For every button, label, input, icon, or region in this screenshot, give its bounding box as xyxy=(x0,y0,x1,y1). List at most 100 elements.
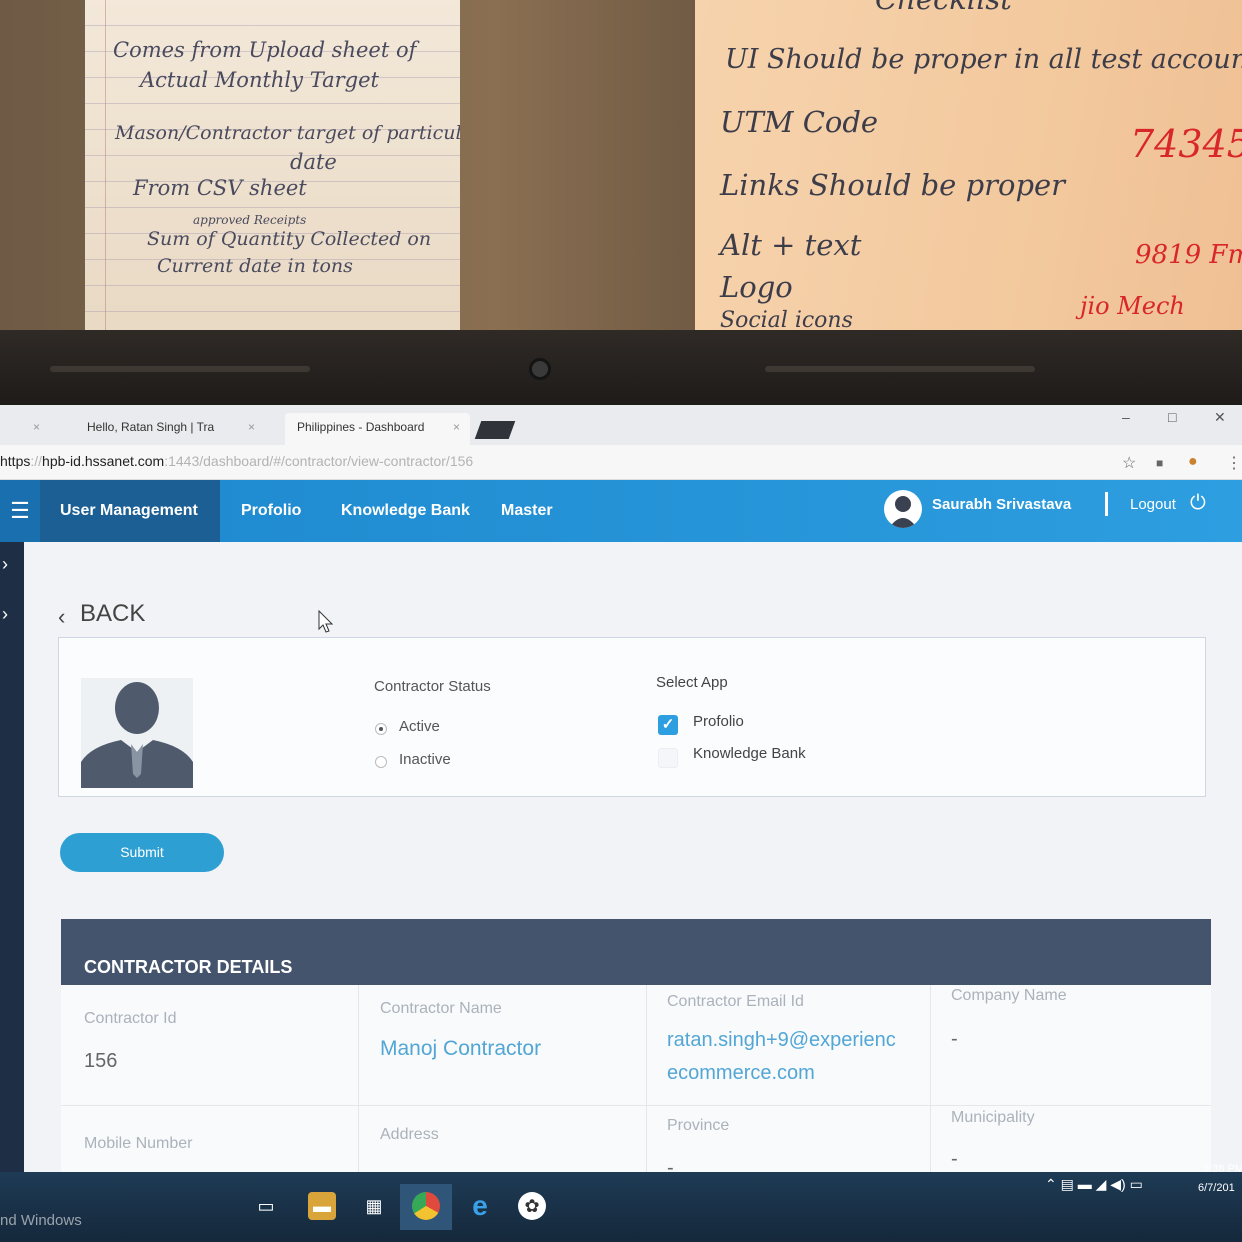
profile-icon[interactable]: ● xyxy=(1188,453,1198,471)
note-line: From CSV sheet xyxy=(133,176,307,200)
browser-tab[interactable]: × xyxy=(0,413,50,445)
activate-windows-text: nd Windows xyxy=(0,1212,82,1229)
edge-icon[interactable]: e xyxy=(466,1192,494,1220)
extension-icon[interactable]: ■ xyxy=(1156,456,1163,470)
note-red: 9819 Fm xyxy=(1135,240,1242,270)
task-view-icon[interactable]: ▭ xyxy=(252,1192,280,1220)
contractor-photo xyxy=(81,678,193,788)
bezel-slot xyxy=(765,366,1035,372)
url-text[interactable]: https://hpb-id.hssanet.com:1443/dashboar… xyxy=(0,453,473,469)
chevron-left-icon[interactable]: ‹ xyxy=(58,604,65,630)
note-paper-right: Checklist UI Should be proper in all tes… xyxy=(695,0,1242,340)
nav-master[interactable]: Master xyxy=(481,480,573,542)
field-value-email-line1: ratan.singh+9@experienc xyxy=(667,1029,896,1051)
note-line: UI Should be proper in all test accoun xyxy=(725,44,1242,75)
note-line: UTM Code xyxy=(720,105,879,139)
field-label-email: Contractor Email Id xyxy=(667,993,804,1010)
field-label-mobile: Mobile Number xyxy=(84,1135,193,1152)
note-line: Alt + text xyxy=(720,228,862,262)
hamburger-menu-icon[interactable]: ☰ xyxy=(0,480,40,542)
tab-title: Hello, Ratan Singh | Tra xyxy=(87,420,215,434)
field-value-contractor-name: Manoj Contractor xyxy=(380,1037,542,1060)
laptop-bezel xyxy=(0,330,1242,410)
user-avatar[interactable] xyxy=(884,490,922,528)
note-line: Actual Monthly Target xyxy=(140,68,379,92)
url-host: hpb-id.hssanet.com xyxy=(42,453,165,469)
expand-arrow-icon[interactable]: › xyxy=(2,554,8,575)
active-radio-label[interactable]: Active xyxy=(399,718,440,735)
note-line: Mason/Contractor target of particular xyxy=(115,122,460,144)
row-divider xyxy=(61,1105,1211,1106)
wall: Comes from Upload sheet of Actual Monthl… xyxy=(0,0,1242,345)
profolio-checkbox[interactable]: ✓ xyxy=(658,715,678,735)
webcam-icon xyxy=(529,358,551,380)
photo-scene: Comes from Upload sheet of Actual Monthl… xyxy=(0,0,1242,1242)
user-name[interactable]: Saurabh Srivastava xyxy=(932,496,1071,513)
note-line: Sum of Quantity Collected on xyxy=(147,228,432,250)
chrome-icon[interactable] xyxy=(412,1192,440,1220)
tab-close-icon[interactable]: × xyxy=(453,413,460,441)
note-line: approved Receipts xyxy=(193,213,307,227)
field-label-municipality: Municipality xyxy=(951,1109,1035,1126)
field-value-municipality: - xyxy=(951,1148,958,1170)
note-line: Current date in tons xyxy=(157,255,353,277)
expand-arrow-icon[interactable]: › xyxy=(2,604,8,625)
address-bar[interactable]: https://hpb-id.hssanet.com:1443/dashboar… xyxy=(0,445,1242,480)
back-button[interactable]: BACK xyxy=(80,600,145,628)
file-explorer-icon[interactable]: ▬ xyxy=(308,1192,336,1220)
close-window-icon[interactable]: ✕ xyxy=(1214,409,1226,426)
submit-button[interactable]: Submit xyxy=(60,833,224,872)
maximize-icon[interactable]: □ xyxy=(1168,409,1176,425)
new-tab-button[interactable] xyxy=(474,421,516,439)
tab-close-icon[interactable]: × xyxy=(248,413,255,441)
field-label-contractor-name: Contractor Name xyxy=(380,1000,502,1017)
system-tray[interactable]: ⌃ ▤ ▬ ◢ ◀) ▭ xyxy=(1045,1176,1143,1193)
contractor-status-label: Contractor Status xyxy=(374,678,491,695)
inactive-radio[interactable] xyxy=(375,756,387,768)
note-line: Links Should be proper xyxy=(720,168,1066,202)
inactive-radio-label[interactable]: Inactive xyxy=(399,751,451,768)
field-label-address: Address xyxy=(380,1126,439,1143)
browser-tab-active[interactable]: Philippines - Dashboard × xyxy=(285,413,470,445)
bezel-slot xyxy=(50,366,310,372)
field-label-contractor-id: Contractor Id xyxy=(84,1010,177,1027)
select-app-label: Select App xyxy=(656,674,728,691)
nav-user-management[interactable]: User Management xyxy=(40,480,220,542)
minimize-icon[interactable]: – xyxy=(1122,409,1130,425)
field-value-contractor-id: 156 xyxy=(84,1050,118,1072)
menu-icon[interactable]: ⋮ xyxy=(1226,453,1242,473)
field-value-email-line2: ecommerce.com xyxy=(667,1062,815,1084)
back-label: BACK xyxy=(80,600,146,627)
browser-tab[interactable]: Hello, Ratan Singh | Tra × xyxy=(75,413,265,445)
nav-profolio[interactable]: Profolio xyxy=(221,480,321,542)
star-icon[interactable]: ☆ xyxy=(1122,453,1136,473)
details-title: CONTRACTOR DETAILS xyxy=(84,957,293,977)
profile-card: Contractor Status Active Inactive Select… xyxy=(58,637,1206,797)
note-line: date xyxy=(290,150,337,174)
app-icon[interactable]: ✿ xyxy=(518,1192,546,1220)
note-paper-left: Comes from Upload sheet of Actual Monthl… xyxy=(85,0,460,340)
url-scheme: https xyxy=(0,453,31,469)
active-radio[interactable] xyxy=(375,723,387,735)
logout-link[interactable]: Logout xyxy=(1130,496,1176,513)
field-label-province: Province xyxy=(667,1117,730,1134)
tab-close-icon[interactable]: × xyxy=(33,413,40,441)
app-navbar: ☰ User Management Profolio Knowledge Ban… xyxy=(0,480,1242,542)
clock-time[interactable]: 1:38 PM xyxy=(1203,1163,1242,1175)
power-icon[interactable]: ⏻ xyxy=(1190,492,1206,515)
nav-knowledge-bank[interactable]: Knowledge Bank xyxy=(321,480,490,542)
tab-title: Philippines - Dashboard xyxy=(297,420,425,434)
knowledge-bank-checkbox-label[interactable]: Knowledge Bank xyxy=(693,745,806,762)
field-value-company-name: - xyxy=(951,1028,958,1050)
note-line: Checklist xyxy=(875,0,1012,16)
side-rail: › › xyxy=(0,542,24,1242)
store-icon[interactable]: ▦ xyxy=(360,1192,388,1220)
clock-date[interactable]: 6/7/201 xyxy=(1198,1182,1235,1194)
knowledge-bank-checkbox[interactable] xyxy=(658,748,678,768)
note-line: Logo xyxy=(720,270,793,304)
note-line: Comes from Upload sheet of xyxy=(113,38,417,62)
browser-tab-bar: × Hello, Ratan Singh | Tra × Philippines… xyxy=(0,405,1242,445)
laptop-screen: × Hello, Ratan Singh | Tra × Philippines… xyxy=(0,405,1242,1242)
profolio-checkbox-label[interactable]: Profolio xyxy=(693,713,744,730)
field-label-company-name: Company Name xyxy=(951,987,1067,1004)
